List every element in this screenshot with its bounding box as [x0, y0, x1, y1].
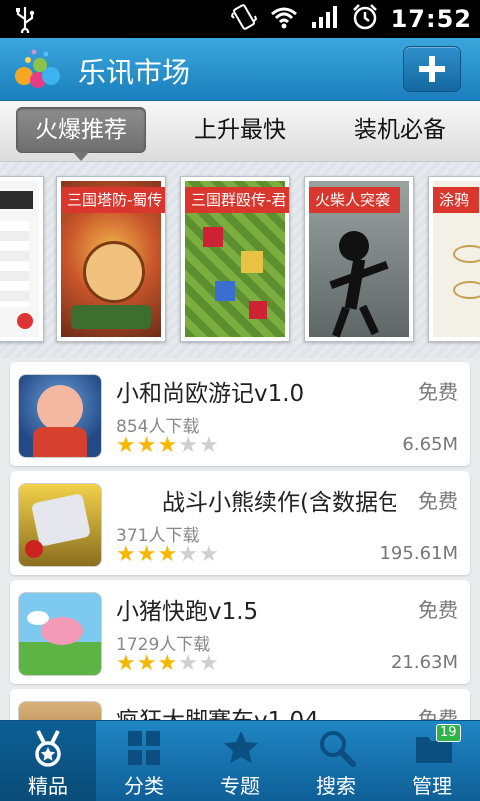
app-icon — [18, 592, 102, 676]
app-price: 免费 — [418, 707, 458, 720]
rating-stars: ★★★★★ — [116, 435, 220, 457]
nav-manage[interactable]: 19 管理 — [384, 721, 480, 801]
featured-item[interactable]: 三国群殴传-君 — [180, 176, 290, 342]
star-icon: ★ — [136, 542, 158, 567]
list-item[interactable]: 小和尚欧游记v1.0 免费 854人下载 ★★★★★ 6.65M — [10, 362, 470, 466]
rating-stars: ★★★★★ — [116, 544, 220, 566]
star-icon: ★ — [116, 433, 137, 458]
star-icon: ★ — [136, 433, 158, 458]
title-bar: 乐讯市场 — [0, 38, 480, 101]
vibrate-icon — [230, 3, 257, 35]
rating-stars: ★★★★★ — [116, 653, 220, 675]
featured-item[interactable]: 三国塔防-蜀传 — [56, 176, 166, 342]
star-icon: ★ — [198, 542, 220, 567]
app-name: 战斗小熊续作(含数据包) — [116, 490, 396, 516]
nav-label: 精品 — [28, 774, 68, 798]
app-title: 乐讯市场 — [78, 56, 191, 89]
update-badge: 19 — [436, 724, 461, 742]
app-list: 小和尚欧游记v1.0 免费 854人下载 ★★★★★ 6.65M 战斗小熊续作(… — [0, 358, 480, 720]
app-name: 小猪快跑v1.5 — [116, 599, 259, 625]
star-icon: ★ — [157, 651, 179, 676]
star-icon: ★ — [198, 433, 220, 458]
featured-item[interactable]: 火柴人突袭 — [304, 176, 414, 342]
clock: 17:52 — [390, 5, 472, 33]
list-item[interactable]: 战斗小熊续作(含数据包) 免费 371人下载 ★★★★★ 195.61M — [10, 471, 470, 575]
alarm-icon — [351, 3, 379, 35]
app-size: 21.63M — [390, 652, 458, 673]
featured-label: 火柴人突袭 — [309, 187, 401, 213]
list-item[interactable]: 疯狂大脚赛车v1.04 免费 — [10, 689, 470, 720]
nav-label: 搜索 — [316, 774, 356, 798]
app-name: 疯狂大脚赛车v1.04 — [116, 701, 396, 720]
app-size: 6.65M — [402, 434, 458, 455]
app-size: 195.61M — [379, 543, 458, 564]
tab-hot-recommend[interactable]: 火爆推荐 — [16, 107, 146, 161]
star-icon: ★ — [157, 542, 179, 567]
tab-must-have[interactable]: 装机必备 — [336, 101, 464, 161]
category-tabs: 火爆推荐 上升最快 装机必备 — [0, 101, 480, 162]
search-icon — [320, 731, 356, 767]
featured-item[interactable]: 涂鸦 — [428, 176, 480, 342]
app-price: 免费 — [418, 380, 458, 404]
app-price: 免费 — [418, 598, 458, 622]
nav-featured[interactable]: 精品 — [0, 721, 96, 801]
nav-label: 管理 — [412, 774, 452, 798]
nav-category[interactable]: 分类 — [96, 721, 192, 801]
add-button[interactable] — [403, 46, 461, 92]
list-item[interactable]: 小猪快跑v1.5 免费 1729人下载 ★★★★★ 21.63M — [10, 580, 470, 684]
star-icon: ★ — [178, 433, 199, 458]
app-icon — [18, 374, 102, 458]
signal-icon — [311, 5, 339, 33]
star-icon: ★ — [116, 651, 137, 676]
grid-icon — [128, 731, 160, 765]
tab-fastest-rising[interactable]: 上升最快 — [176, 101, 304, 161]
app-icon — [18, 483, 102, 567]
featured-label: 三国群殴传-君 — [185, 187, 289, 213]
star-icon: ★ — [198, 651, 220, 676]
star-icon: ★ — [178, 651, 199, 676]
star-icon: ★ — [116, 542, 137, 567]
featured-banner: 三国塔防-蜀传 三国群殴传-君 火柴人突袭 涂鸦 — [0, 162, 480, 358]
bottom-nav: 精品 分类 专题 搜索 19 管理 — [0, 720, 480, 801]
star-icon: ★ — [157, 433, 179, 458]
nav-label: 分类 — [124, 774, 164, 798]
featured-label: 三国塔防-蜀传 — [61, 187, 165, 213]
status-bar: 17:52 — [0, 0, 480, 38]
nav-label: 专题 — [220, 774, 260, 798]
star-icon: ★ — [178, 542, 199, 567]
nav-topics[interactable]: 专题 — [192, 721, 288, 801]
app-logo — [14, 46, 64, 92]
star-icon: ★ — [136, 651, 158, 676]
app-price: 免费 — [418, 489, 458, 513]
app-name: 小和尚欧游记v1.0 — [116, 381, 305, 407]
plus-icon — [419, 56, 445, 82]
medal-icon — [35, 730, 61, 767]
wifi-icon — [269, 5, 299, 33]
featured-label: 涂鸦 — [433, 187, 480, 213]
star-icon — [224, 731, 258, 764]
usb-icon — [14, 5, 36, 37]
nav-search[interactable]: 搜索 — [288, 721, 384, 801]
app-icon — [18, 701, 102, 720]
featured-item[interactable] — [0, 176, 44, 342]
